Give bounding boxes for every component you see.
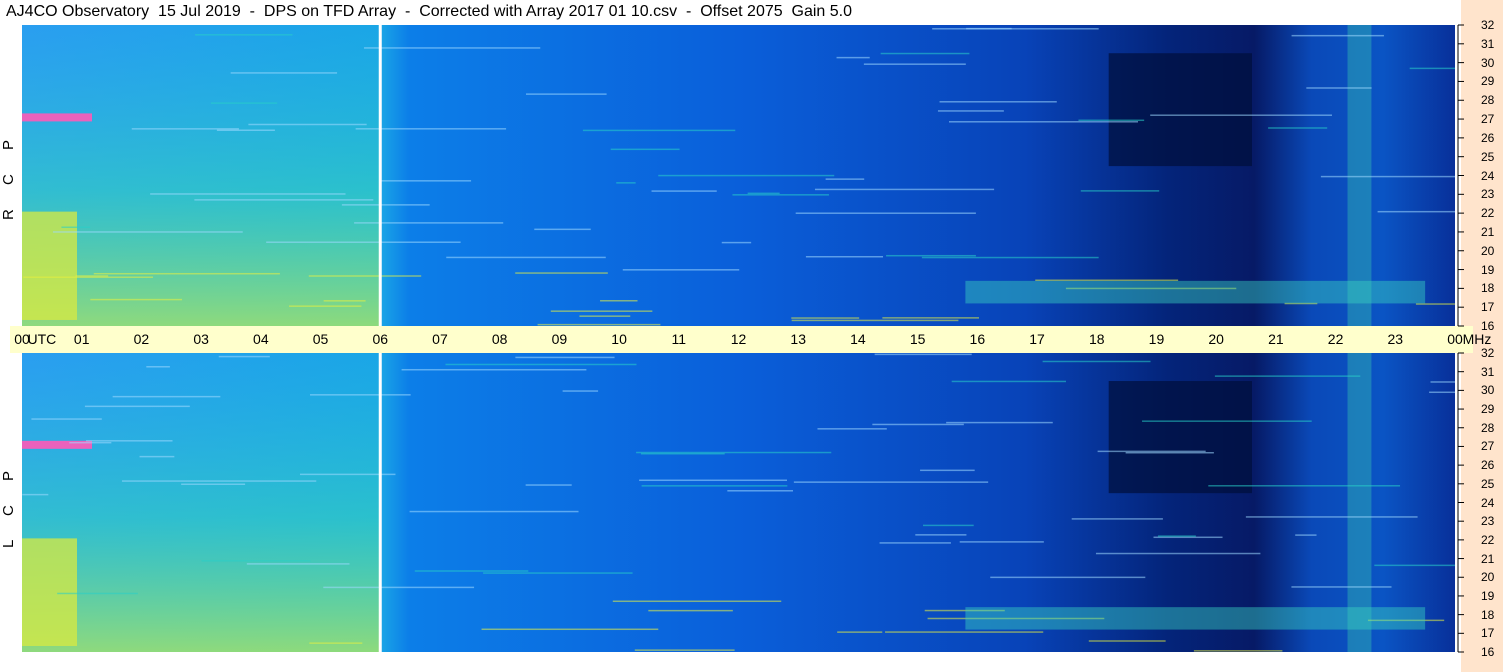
- lcp-freq-tick-label: 23: [1481, 514, 1495, 529]
- rcp-freq-tick-label: 23: [1481, 187, 1495, 202]
- lcp-freq-tick-label: 22: [1481, 532, 1495, 547]
- rcp-freq-tick-label: 27: [1481, 112, 1495, 127]
- lcp-freq-tick-label: 25: [1481, 476, 1495, 491]
- rcp-freq-tick-label: 31: [1481, 36, 1495, 51]
- lcp-freq-tick-label: 20: [1481, 570, 1495, 585]
- rcp-freq-tick-label: 16: [1481, 319, 1495, 333]
- rcp-freq-tick-label: 19: [1481, 262, 1495, 277]
- rcp-freq-tick-label: 28: [1481, 93, 1495, 108]
- rcp-freq-tick-label: 26: [1481, 130, 1495, 145]
- lcp-freq-tick-label: 31: [1481, 364, 1495, 379]
- lcp-freq-tick-label: 17: [1481, 626, 1495, 641]
- rcp-freq-tick-label: 30: [1481, 55, 1495, 70]
- rcp-freq-tick-label: 22: [1481, 206, 1495, 221]
- lcp-freq-tick-label: 21: [1481, 551, 1495, 566]
- rcp-freq-tick-label: 29: [1481, 74, 1495, 89]
- lcp-freq-tick-label: 26: [1481, 458, 1495, 473]
- lcp-freq-tick-label: 18: [1481, 607, 1495, 622]
- lcp-freq-tick-label: 30: [1481, 383, 1495, 398]
- rcp-freq-tick-label: 24: [1481, 168, 1495, 183]
- rcp-freq-tick-label: 18: [1481, 281, 1495, 296]
- axes-overlay: [1457, 24, 1464, 653]
- lcp-freq-tick-label: 16: [1481, 645, 1495, 659]
- lcp-freq-tick-label: 27: [1481, 439, 1495, 454]
- rcp-freq-tick-label: 20: [1481, 243, 1495, 258]
- lcp-freq-tick-label: 32: [1481, 346, 1495, 360]
- rcp-freq-tick-label: 21: [1481, 224, 1495, 239]
- lcp-freq-tick-label: 24: [1481, 495, 1495, 510]
- rcp-freq-tick-label: 17: [1481, 300, 1495, 315]
- lcp-freq-tick-label: 28: [1481, 420, 1495, 435]
- lcp-freq-tick-label: 19: [1481, 588, 1495, 603]
- rcp-freq-tick-label: 25: [1481, 149, 1495, 164]
- rcp-freq-tick-label: 32: [1481, 18, 1495, 32]
- lcp-freq-tick-label: 29: [1481, 402, 1495, 417]
